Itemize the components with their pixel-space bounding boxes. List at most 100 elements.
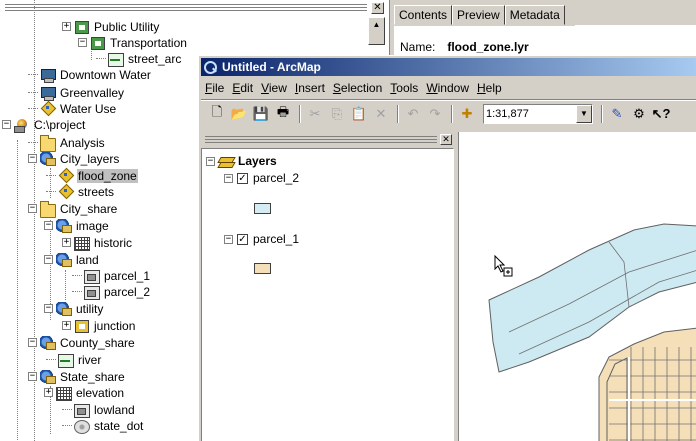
catalog-item[interactable]: + Public Utility	[62, 18, 160, 35]
collapse-icon[interactable]: −	[206, 156, 215, 166]
chevron-down-icon[interactable]: ▼	[576, 105, 592, 123]
map-display[interactable]	[458, 132, 696, 441]
collapse-icon[interactable]: −	[44, 304, 53, 313]
catalog-item-label: state_dot	[94, 418, 144, 433]
name-value: flood_zone.lyr	[447, 40, 529, 54]
menu-insert-rest: nsert	[298, 81, 325, 95]
open-folder-icon[interactable]: 📂	[229, 104, 249, 124]
catalog-item[interactable]: state_dot	[62, 417, 144, 434]
catalog-item[interactable]: flood_zone	[46, 167, 138, 184]
dataset-icon	[56, 218, 72, 233]
collapse-icon[interactable]: −	[44, 221, 53, 230]
catalog-item[interactable]: − City_layers	[28, 150, 120, 167]
catalog-item[interactable]: − C:\project	[2, 116, 86, 133]
layer-symbol-swatch[interactable]	[254, 203, 271, 214]
collapse-icon[interactable]: −	[2, 120, 11, 129]
catalog-item[interactable]: river	[46, 351, 102, 368]
menu-help[interactable]: Help	[473, 81, 506, 95]
catalog-item[interactable]: streets	[46, 183, 115, 200]
editor-toolbar-icon[interactable]: ✎	[607, 104, 627, 124]
tab-preview[interactable]: Preview	[452, 5, 505, 25]
tab-metadata[interactable]: Metadata	[504, 5, 565, 25]
menu-edit[interactable]: Edit	[228, 81, 257, 95]
delete-icon[interactable]: ✕	[371, 104, 391, 124]
arctoolbox-icon[interactable]: ⚙	[629, 104, 649, 124]
undo-icon[interactable]: ↶	[403, 104, 423, 124]
collapse-icon[interactable]: −	[224, 173, 233, 183]
arcmap-titlebar[interactable]: Untitled - ArcMap	[201, 58, 696, 76]
menu-file[interactable]: File	[201, 81, 228, 95]
collapse-icon[interactable]: −	[28, 154, 37, 163]
tab-contents[interactable]: Contents	[394, 5, 453, 25]
catalog-item[interactable]: + historic	[62, 234, 133, 251]
catalog-item-label: City_layers	[60, 151, 120, 166]
new-document-icon[interactable]: 🗋	[207, 104, 227, 124]
expand-icon[interactable]: +	[62, 321, 71, 330]
expand-icon[interactable]: +	[62, 22, 71, 31]
toc-grip[interactable]	[205, 136, 437, 143]
menu-view[interactable]: View	[257, 81, 291, 95]
catalog-grip[interactable]	[5, 4, 367, 11]
catalog-item-label: lowland	[94, 402, 135, 417]
catalog-item[interactable]: parcel_2	[72, 283, 151, 300]
catalog-item-label: streets	[78, 184, 115, 199]
menu-selection-rest: election	[340, 81, 383, 95]
layer-file-icon	[58, 169, 74, 183]
whats-this-help-icon[interactable]: ↖?	[651, 104, 671, 124]
catalog-item[interactable]: street_arc	[96, 50, 182, 67]
catalog-item[interactable]: lowland	[62, 401, 136, 418]
catalog-item-label: parcel_1	[104, 268, 151, 283]
catalog-item[interactable]: Water Use	[28, 100, 117, 117]
layer-symbol-swatch[interactable]	[254, 263, 271, 274]
expand-icon[interactable]: +	[62, 238, 71, 247]
catalog-item[interactable]: + junction	[62, 317, 136, 334]
menu-selection-mnemonic: S	[332, 81, 341, 95]
catalog-item-label: flood_zone	[77, 168, 138, 183]
collapse-icon[interactable]: −	[28, 338, 37, 347]
catalog-close-button[interactable]: ✕	[371, 2, 384, 14]
catalog-item[interactable]: − land	[44, 251, 100, 268]
print-icon[interactable]: 🖶	[273, 104, 293, 124]
menu-insert[interactable]: Insert	[291, 81, 329, 95]
catalog-item[interactable]: − County_share	[28, 334, 136, 351]
catalog-item[interactable]: − image	[44, 217, 110, 234]
catalog-item[interactable]: Analysis	[28, 134, 106, 152]
collapse-icon[interactable]: −	[224, 234, 233, 244]
expand-icon[interactable]: +	[44, 388, 53, 397]
catalog-item[interactable]: − utility	[44, 300, 104, 317]
collapse-icon[interactable]: −	[78, 38, 87, 47]
copy-icon[interactable]: ⎘	[327, 104, 347, 124]
catalog-item[interactable]: − State_share	[28, 368, 126, 385]
menu-window-rest: indow	[437, 81, 469, 95]
catalog-item[interactable]: parcel_1	[72, 267, 151, 284]
cut-icon[interactable]: ✂	[305, 104, 325, 124]
catalog-item[interactable]: Greenvalley	[28, 84, 125, 101]
menu-view-mnemonic: V	[261, 81, 269, 95]
menu-tools[interactable]: Tools	[386, 81, 422, 95]
add-data-icon[interactable]: ✚	[457, 104, 477, 124]
collapse-icon[interactable]: −	[44, 255, 53, 264]
map-scale-input[interactable]	[484, 105, 576, 123]
save-icon[interactable]: 💾	[251, 104, 271, 124]
menu-selection[interactable]: Selection	[329, 81, 386, 95]
catalog-item[interactable]: + elevation	[44, 384, 125, 401]
toc-layer-parcel-1[interactable]: − ✓ parcel_1	[224, 231, 299, 247]
redo-icon[interactable]: ↷	[425, 104, 445, 124]
catalog-item[interactable]: Downtown Water	[28, 66, 152, 83]
catalog-item-label: Analysis	[60, 135, 105, 150]
layer-name: parcel_2	[253, 171, 300, 185]
collapse-icon[interactable]: −	[28, 372, 37, 381]
catalog-scroll-up-button[interactable]: ▲	[368, 17, 385, 45]
catalog-item[interactable]: − City_share	[28, 200, 118, 218]
collapse-icon[interactable]: −	[28, 204, 37, 213]
toc-layer-parcel-2[interactable]: − ✓ parcel_2	[224, 170, 299, 186]
layer-file-icon	[40, 102, 56, 116]
catalog-item[interactable]: − Transportation	[78, 34, 188, 51]
layer-visibility-checkbox[interactable]: ✓	[237, 172, 248, 184]
toc-close-button[interactable]: ✕	[440, 134, 452, 145]
map-scale-combo[interactable]: ▼	[483, 104, 593, 124]
layer-visibility-checkbox[interactable]: ✓	[237, 233, 248, 245]
paste-icon[interactable]: 📋	[349, 104, 369, 124]
menu-window[interactable]: Window	[422, 81, 473, 95]
toc-root-layers[interactable]: − Layers	[206, 153, 277, 169]
